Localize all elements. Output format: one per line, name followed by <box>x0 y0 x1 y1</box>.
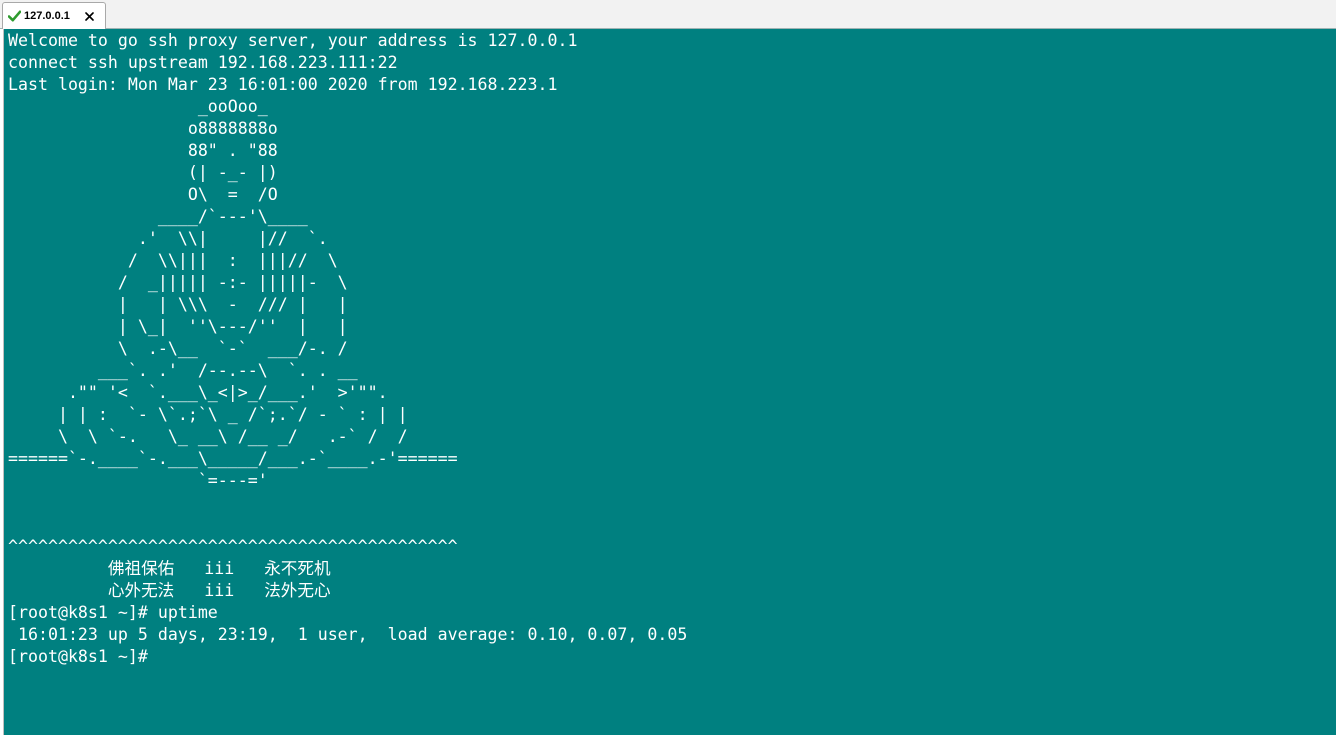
check-icon <box>7 9 21 23</box>
tab-bar: 127.0.0.1 <box>0 0 1336 29</box>
close-icon[interactable] <box>84 10 96 22</box>
terminal-screen[interactable]: Welcome to go ssh proxy server, your add… <box>3 29 1336 735</box>
session-tab[interactable]: 127.0.0.1 <box>2 2 106 29</box>
tab-title: 127.0.0.1 <box>24 10 70 22</box>
terminal-output: Welcome to go ssh proxy server, your add… <box>8 31 688 666</box>
